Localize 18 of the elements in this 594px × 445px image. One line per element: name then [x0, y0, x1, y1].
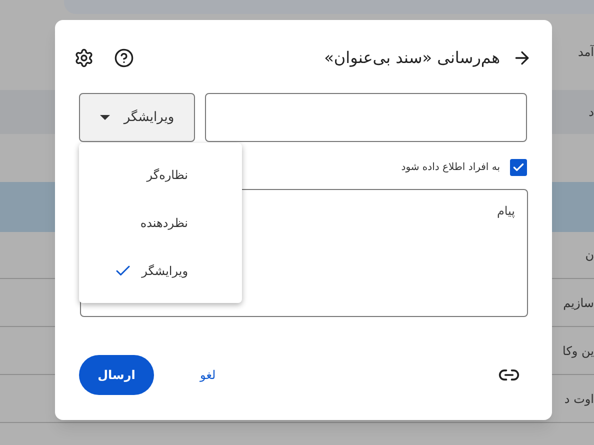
- row-text: اوت د: [564, 390, 594, 408]
- column-header: د: [588, 104, 594, 121]
- help-icon[interactable]: [114, 48, 134, 68]
- checkmark-icon: [512, 161, 525, 174]
- role-menu-item[interactable]: ویرایشگر: [79, 247, 242, 295]
- row-text: ین وکا: [562, 342, 594, 360]
- row-text: سازیم: [563, 294, 594, 312]
- send-button[interactable]: ارسال: [79, 355, 154, 395]
- role-dropdown[interactable]: ویرایشگر: [79, 93, 195, 142]
- cancel-button[interactable]: لغو: [190, 360, 226, 390]
- settings-icon[interactable]: [74, 48, 94, 68]
- recipient-field[interactable]: [205, 93, 527, 142]
- caret-icon: [100, 115, 110, 120]
- notify-label: به افراد اطلاع داده شود: [401, 161, 500, 175]
- notify-checkbox[interactable]: [510, 159, 527, 176]
- dialog-title: هم‌رسانی «سند بی‌عنوان»: [324, 47, 500, 69]
- row-text: ن: [585, 247, 594, 264]
- role-menu-item[interactable]: نظردهنده: [79, 199, 242, 247]
